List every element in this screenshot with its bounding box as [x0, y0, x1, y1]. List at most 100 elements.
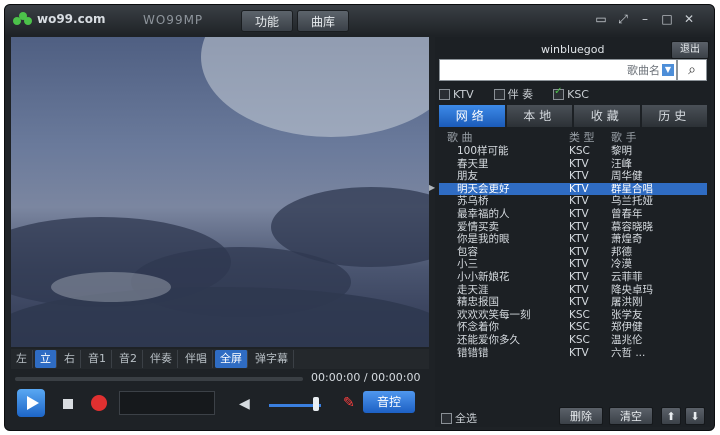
song-artist: 邦德 [611, 245, 632, 258]
delete-button[interactable]: 删除 [559, 407, 603, 425]
list-header: 歌 曲 类 型 歌 手 [447, 129, 703, 144]
channel-control-1[interactable]: 立 [35, 350, 57, 368]
song-artist: 张学友 [611, 308, 643, 321]
col-artist: 歌 手 [611, 131, 637, 144]
tab-2[interactable]: 收藏 [574, 105, 640, 127]
logout-button[interactable]: 退出 [671, 41, 709, 59]
song-artist: 黎明 [611, 145, 632, 157]
search-mode-label: 歌曲名 [627, 64, 660, 77]
song-artist: 曾春年 [611, 207, 643, 220]
list-item[interactable]: 明天会更好 KTV 群星合唱 [439, 182, 707, 196]
song-artist: 屠洪刚 [611, 296, 643, 309]
tab-0[interactable]: 网络 [439, 105, 505, 127]
select-all-label: 全选 [455, 412, 477, 425]
filter-row: KTV 伴 奏 KSC [439, 86, 707, 101]
tab-3[interactable]: 历史 [641, 105, 707, 127]
status-box [119, 391, 215, 415]
channel-control-3[interactable]: 音1 [83, 350, 112, 368]
video-area[interactable] [11, 37, 429, 347]
search-button[interactable]: ⌕ [677, 59, 707, 81]
channel-control-2[interactable]: 右 [59, 350, 81, 368]
play-button[interactable] [17, 389, 45, 417]
song-type: KTV [569, 170, 589, 183]
song-type: KTV [569, 195, 589, 208]
move-down-button[interactable]: ⬇ [685, 407, 705, 425]
song-type: KTV [569, 233, 589, 246]
song-artist: 乌兰托娅 [611, 195, 653, 208]
song-title: 怀念着你 [457, 321, 499, 334]
player-window: wo99.com WO99MP 功能 曲库 ▭ ⤢ – □ ✕ 左立右音1 音2 伴… [4, 4, 715, 431]
list-item[interactable]: 欢欢欢笑每一刻 KSC 张学友 [439, 309, 707, 322]
song-list[interactable]: 100样可能 KSC 黎明 春天里 KTV 汪峰 朋友 KTV 周华健 明天会更好 KTV 群星合唱苏… [439, 145, 707, 409]
song-artist: 云菲菲 [611, 270, 643, 283]
list-item[interactable]: 小三 KTV 冷漠 [439, 258, 707, 271]
filter-checkbox[interactable] [493, 88, 505, 100]
song-artist: 冷漠 [611, 258, 632, 271]
mic-icon[interactable]: ✎ [343, 396, 355, 410]
song-title: 100样可能 [457, 145, 509, 157]
username: winbluegod [541, 43, 605, 56]
filter-1[interactable]: 伴 奏 [493, 87, 533, 101]
audio-control-button[interactable]: 音控 [363, 391, 415, 413]
channel-control-4[interactable]: 音2 [114, 350, 143, 368]
song-artist: 慕容晓晓 [611, 220, 653, 233]
list-item[interactable]: 小小新娘花 KTV 云菲菲 [439, 271, 707, 284]
song-title: 错错错 [457, 346, 489, 359]
search-mode-select[interactable]: 歌曲名 ▼ [627, 61, 674, 79]
filter-2[interactable]: KSC [553, 86, 589, 101]
mini-mode-icon[interactable]: ▭ [593, 12, 609, 26]
stop-button[interactable] [63, 399, 73, 409]
list-item[interactable]: 朋友 KTV 周华健 [439, 170, 707, 183]
minimize-icon[interactable]: – [637, 12, 653, 26]
col-song: 歌 曲 [447, 131, 473, 144]
list-item[interactable]: 还能爱你多久 KSC 温兆伦 [439, 334, 707, 347]
select-all-checkbox[interactable] [441, 412, 452, 424]
transport-bar: ◀ ✎ 音控 [11, 387, 429, 423]
channel-control-5[interactable]: 伴奏 [145, 350, 178, 368]
list-item[interactable]: 春天里 KTV 汪峰 [439, 158, 707, 171]
filter-checkbox[interactable] [439, 88, 450, 100]
song-title: 你是我的眼 [457, 233, 510, 246]
list-item[interactable]: 苏乌桥 KTV 乌兰托娅 [439, 195, 707, 208]
song-artist: 六哲 ... [611, 346, 646, 359]
close-icon[interactable]: ✕ [681, 12, 697, 26]
song-title: 还能爱你多久 [457, 333, 520, 346]
list-item[interactable]: 怀念着你 KSC 郑伊健 [439, 321, 707, 334]
song-type: KSC [569, 308, 590, 321]
list-item[interactable]: 最幸福的人 KTV 曾春年 [439, 208, 707, 221]
channel-control-0[interactable]: 左 [11, 350, 33, 368]
record-button[interactable] [91, 395, 107, 411]
list-item[interactable]: 包容 KTV 邦德 [439, 246, 707, 259]
volume-knob[interactable] [313, 397, 319, 411]
clear-button[interactable]: 清空 [609, 407, 653, 425]
select-all[interactable]: 全选 [441, 410, 477, 426]
search-input[interactable]: 歌曲名 ▼ [439, 59, 677, 81]
compact-icon[interactable]: ⤢ [615, 12, 631, 27]
volume-icon[interactable]: ◀ [239, 397, 250, 411]
progress-bar[interactable] [15, 377, 303, 381]
maximize-icon[interactable]: □ [659, 12, 675, 26]
filter-0[interactable]: KTV [439, 87, 474, 101]
list-item[interactable]: 你是我的眼 KTV 萧煌奇 [439, 233, 707, 246]
list-item[interactable]: 走天涯 KTV 降央卓玛 [439, 284, 707, 297]
channel-control-8[interactable]: 弹字幕 [250, 350, 294, 368]
song-panel: winbluegod 退出 歌曲名 ▼ ⌕ KTV 伴 奏 KSC 网络本地收藏历史… [435, 37, 711, 427]
list-item[interactable]: 精忠报国 KTV 屠洪刚 [439, 296, 707, 309]
song-title: 明天会更好 [457, 182, 510, 195]
tab-1[interactable]: 本地 [506, 105, 572, 127]
list-item[interactable]: 100样可能 KSC 黎明 [439, 145, 707, 158]
song-artist: 汪峰 [611, 157, 632, 170]
song-type: KTV [569, 157, 589, 170]
song-artist: 群星合唱 [611, 182, 653, 195]
song-type: KTV [569, 283, 589, 296]
list-item[interactable]: 爱情买卖 KTV 慕容晓晓 [439, 221, 707, 234]
logo-text: wo99.com [37, 12, 106, 26]
title-bar[interactable]: wo99.com WO99MP 功能 曲库 ▭ ⤢ – □ ✕ [5, 5, 714, 35]
filter-checkbox[interactable] [553, 86, 565, 100]
library-button[interactable]: 曲库 [297, 10, 349, 32]
function-button[interactable]: 功能 [241, 10, 293, 32]
move-up-button[interactable]: ⬆ [661, 407, 681, 425]
list-item[interactable]: 错错错 KTV 六哲 ... [439, 347, 707, 360]
channel-control-7[interactable]: 全屏 [215, 350, 248, 368]
channel-control-6[interactable]: 伴唱 [180, 350, 213, 368]
